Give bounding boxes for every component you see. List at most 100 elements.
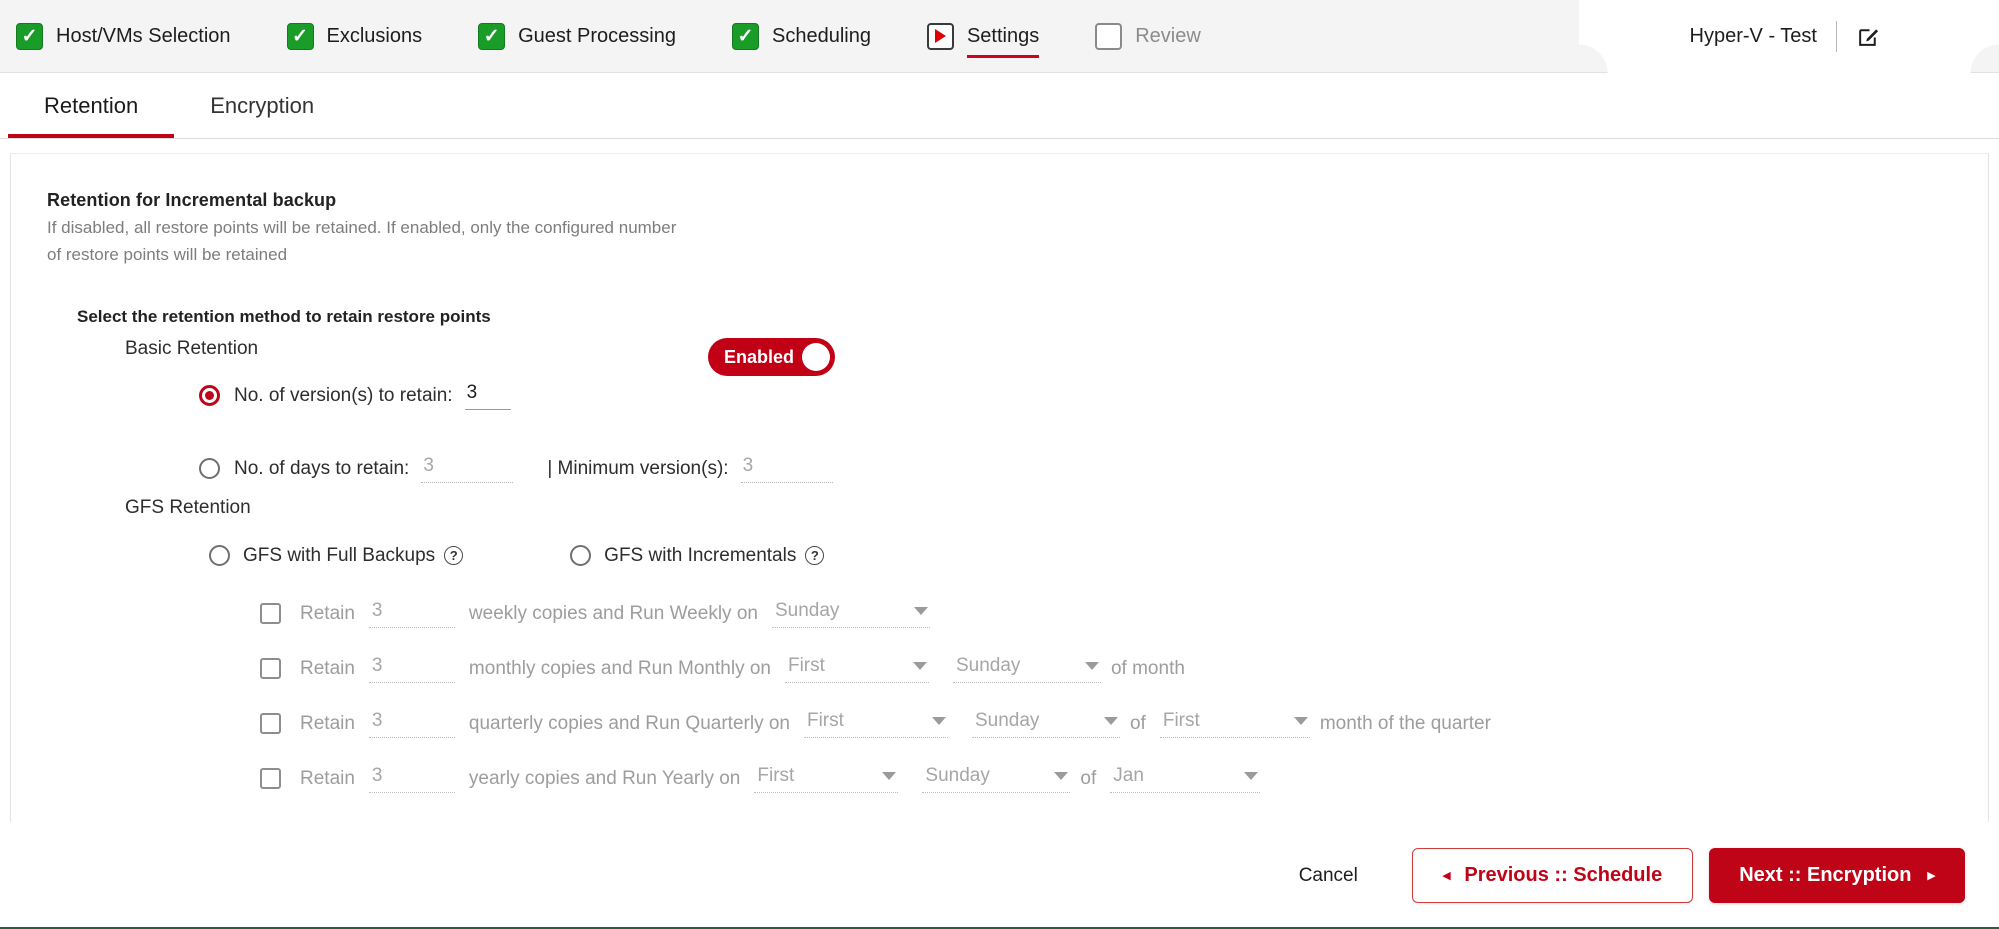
- tab-label: Encryption: [210, 92, 315, 118]
- quarterly-row-text: quarterly copies and Run Quarterly on: [468, 712, 790, 734]
- dropdown-value: Sunday: [774, 599, 840, 621]
- gfs-option-label: GFS with Full Backups: [243, 544, 436, 566]
- radio-label-no-of-versions: No. of version(s) to retain:: [234, 384, 453, 406]
- job-name: Hyper-V - Test: [1689, 25, 1817, 47]
- checkbox-quarterly[interactable]: [260, 713, 281, 735]
- minimum-versions-label: | Minimum version(s):: [547, 457, 729, 479]
- monthly-row-suffix: of month: [1110, 657, 1185, 679]
- chevron-down-icon: [1054, 771, 1069, 780]
- empty-box-icon: [1095, 22, 1123, 50]
- gfs-options-row: GFS with Full Backups ? GFS with Increme…: [209, 545, 1988, 567]
- yearly-copies-input[interactable]: [368, 764, 455, 793]
- wizard-step-exclusions[interactable]: ✓ Exclusions: [286, 22, 423, 50]
- wizard-step-host-vms-selection[interactable]: ✓ Host/VMs Selection: [16, 22, 231, 50]
- yearly-row-mid: of: [1080, 767, 1097, 789]
- previous-schedule-button[interactable]: ◂ Previous :: Schedule: [1411, 848, 1694, 903]
- dropdown-value: Jan: [1113, 764, 1144, 786]
- wizard-step-label: Host/VMs Selection: [56, 24, 231, 47]
- retention-section-title: Retention for Incremental backup: [47, 190, 337, 210]
- radio-gfs-incrementals[interactable]: [570, 545, 592, 567]
- monthly-ordinal-dropdown[interactable]: First: [784, 654, 929, 683]
- checkbox-yearly[interactable]: [260, 768, 281, 790]
- retain-label: Retain: [300, 767, 355, 789]
- edit-pencil-icon[interactable]: [1837, 24, 1881, 49]
- quarterly-ordinal-dropdown[interactable]: First: [803, 709, 948, 738]
- wizard-step-label: Scheduling: [771, 24, 871, 47]
- chevron-down-icon: [1293, 716, 1308, 725]
- days-to-retain-input[interactable]: [421, 454, 514, 483]
- wizard-step-label: Settings: [966, 24, 1040, 58]
- check-icon: ✓: [478, 22, 506, 50]
- wizard-step-scheduling[interactable]: ✓ Scheduling: [731, 22, 871, 50]
- settings-subtabs: Retention Encryption: [0, 73, 1999, 139]
- chevron-right-icon: ▸: [1927, 867, 1935, 884]
- monthly-copies-input[interactable]: [368, 654, 455, 683]
- basic-days-row: No. of days to retain: | Minimum version…: [199, 454, 1988, 483]
- weekly-copies-input[interactable]: [368, 599, 455, 628]
- retain-label: Retain: [300, 712, 355, 734]
- quarterly-row-suffix: month of the quarter: [1319, 712, 1491, 734]
- next-button-label: Next :: Encryption: [1739, 864, 1912, 886]
- check-icon: ✓: [286, 22, 314, 50]
- gfs-yearly-row: Retain yearly copies and Run Yearly on F…: [260, 764, 1988, 793]
- wizard-step-settings[interactable]: Settings: [926, 22, 1040, 58]
- wizard-step-guest-processing[interactable]: ✓ Guest Processing: [478, 22, 676, 50]
- wizard-step-label: Review: [1135, 24, 1201, 47]
- retention-panel: Retention for Incremental backup If disa…: [10, 153, 1989, 828]
- minimum-versions-input[interactable]: [740, 454, 833, 483]
- tab-encryption[interactable]: Encryption: [174, 73, 350, 138]
- previous-button-label: Previous :: Schedule: [1464, 864, 1663, 886]
- quarterly-row-mid: of: [1129, 712, 1146, 734]
- gfs-retention-group-label: GFS Retention: [125, 496, 251, 518]
- quarterly-day-dropdown[interactable]: Sunday: [971, 710, 1120, 738]
- radio-label-no-of-days: No. of days to retain:: [234, 457, 410, 479]
- gfs-quarterly-row: Retain quarterly copies and Run Quarterl…: [260, 709, 1988, 738]
- dropdown-value: First: [806, 709, 844, 731]
- retention-enabled-toggle[interactable]: Enabled: [708, 338, 835, 376]
- check-icon: ✓: [731, 22, 759, 50]
- yearly-month-dropdown[interactable]: Jan: [1110, 764, 1261, 793]
- dropdown-value: Sunday: [925, 764, 990, 786]
- dropdown-value: First: [1162, 709, 1200, 731]
- radio-gfs-full-backups[interactable]: [209, 545, 230, 567]
- gfs-with-incrementals-option[interactable]: GFS with Incrementals ?: [570, 544, 825, 567]
- chevron-down-icon: [882, 771, 897, 780]
- job-profile-tab: Hyper-V - Test: [1579, 0, 1999, 73]
- wizard-step-label: Exclusions: [326, 24, 423, 47]
- chevron-left-icon: ◂: [1442, 867, 1451, 884]
- wizard-step-review[interactable]: Review: [1095, 22, 1201, 50]
- checkbox-weekly[interactable]: [260, 603, 281, 625]
- wizard-footer: Cancel ◂ Previous :: Schedule Next :: En…: [0, 822, 1999, 929]
- gfs-with-full-backups-option[interactable]: GFS with Full Backups ?: [209, 544, 464, 567]
- monthly-day-dropdown[interactable]: Sunday: [952, 654, 1101, 683]
- gfs-option-label: GFS with Incrementals: [604, 544, 797, 566]
- retention-method-title: Select the retention method to retain re…: [77, 306, 491, 326]
- radio-no-of-versions[interactable]: [199, 385, 220, 407]
- check-icon: ✓: [16, 22, 43, 50]
- help-icon[interactable]: ?: [444, 546, 464, 566]
- quarterly-month-dropdown[interactable]: First: [1159, 709, 1310, 738]
- basic-retention-group-label: Basic Retention: [125, 337, 259, 359]
- quarterly-copies-input[interactable]: [368, 709, 455, 738]
- checkbox-monthly[interactable]: [260, 658, 281, 680]
- content-area: Retention for Incremental backup If disa…: [0, 139, 1999, 828]
- weekly-day-dropdown[interactable]: Sunday: [771, 599, 930, 628]
- versions-to-retain-input[interactable]: [464, 381, 511, 410]
- weekly-row-text: weekly copies and Run Weekly on: [468, 602, 758, 624]
- help-icon[interactable]: ?: [805, 546, 825, 566]
- dropdown-value: Sunday: [955, 654, 1021, 676]
- radio-no-of-days[interactable]: [199, 458, 220, 480]
- basic-versions-row: No. of version(s) to retain:: [199, 381, 1988, 410]
- chevron-down-icon: [912, 661, 927, 670]
- wizard-step-bar: ✓ Host/VMs Selection ✓ Exclusions ✓ Gues…: [0, 0, 1999, 73]
- cancel-button[interactable]: Cancel: [1281, 855, 1376, 897]
- yearly-ordinal-dropdown[interactable]: First: [754, 764, 899, 793]
- next-encryption-button[interactable]: Next :: Encryption ▸: [1709, 848, 1965, 903]
- retention-section-description: If disabled, all restore points will be …: [47, 218, 677, 264]
- tab-retention[interactable]: Retention: [8, 73, 175, 138]
- chevron-down-icon: [931, 716, 946, 725]
- dropdown-value: First: [787, 654, 825, 676]
- dropdown-value: First: [757, 764, 795, 786]
- chevron-down-icon: [1084, 661, 1099, 670]
- yearly-day-dropdown[interactable]: Sunday: [922, 764, 1071, 793]
